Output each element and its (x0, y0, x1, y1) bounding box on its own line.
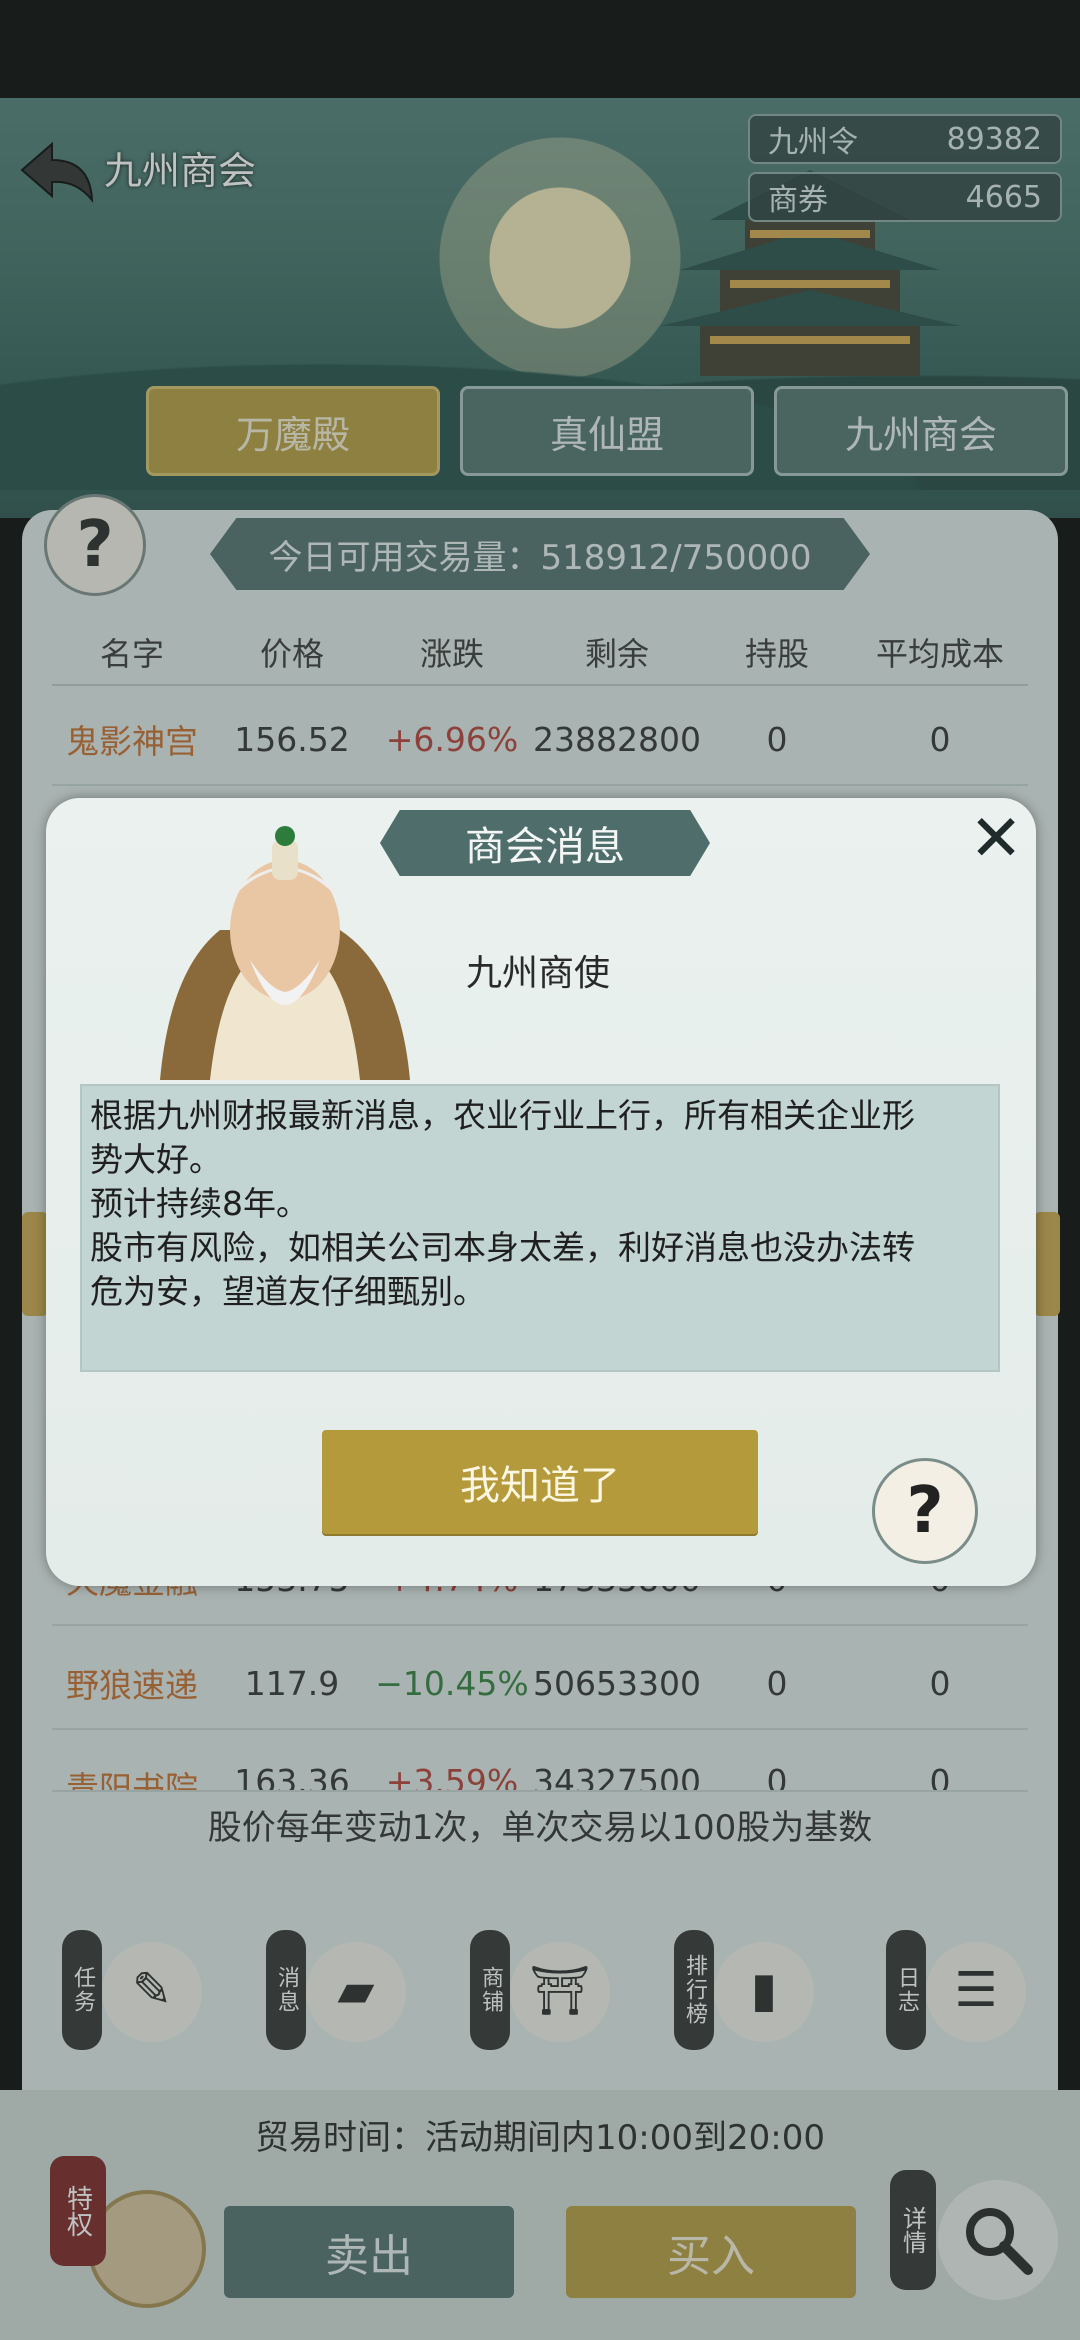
message-line: 预计持续8年。 (90, 1184, 309, 1223)
acknowledge-button[interactable]: 我知道了 (322, 1430, 758, 1534)
dialog-help-icon[interactable]: ? (872, 1458, 978, 1564)
message-line: 危为安，望道友仔细甄别。 (90, 1272, 486, 1311)
message-line: 势大好。 (90, 1140, 222, 1179)
message-line: 股市有风险，如相关公司本身太差，利好消息也没办法转 (90, 1228, 915, 1267)
close-icon[interactable]: ✕ (960, 802, 1032, 876)
message-body: 根据九州财报最新消息，农业行业上行，所有相关企业形 势大好。 预计持续8年。 股… (80, 1084, 1000, 1372)
message-line: 根据九州财报最新消息，农业行业上行，所有相关企业形 (90, 1096, 915, 1135)
merchant-envoy-portrait (160, 826, 410, 1080)
dialog-title: 商会消息 (380, 810, 710, 876)
sender-name: 九州商使 (466, 953, 611, 994)
